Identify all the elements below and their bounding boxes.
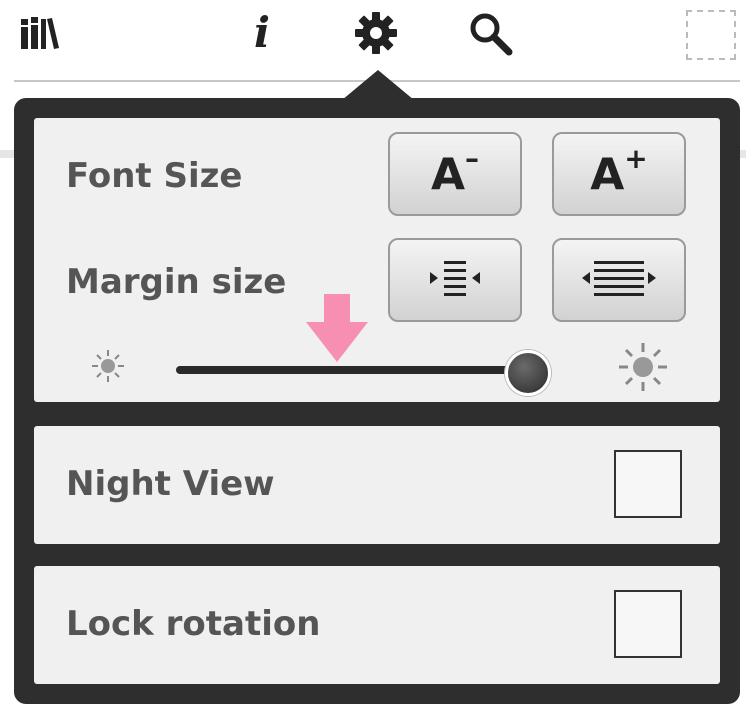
dim-sun-icon <box>92 350 124 382</box>
font-decrease-label: A <box>430 149 466 201</box>
settings-popup: Font Size Margin size A– A+ Night View L… <box>14 98 740 704</box>
annotation-arrow-icon <box>306 294 368 362</box>
placeholder-icon <box>686 10 736 60</box>
night-view-label: Night View <box>66 464 275 504</box>
font-increase-label: A <box>590 149 625 201</box>
top-toolbar: i <box>0 0 746 80</box>
margin-narrow-icon <box>430 261 480 296</box>
font-decrease-glyph: A– <box>430 144 479 201</box>
night-view-checkbox[interactable] <box>614 450 682 518</box>
library-icon[interactable] <box>14 8 64 58</box>
margin-size-label: Margin size <box>66 262 287 302</box>
minus-icon: – <box>465 141 480 175</box>
lock-rotation-checkbox[interactable] <box>614 590 682 658</box>
info-glyph: i <box>254 8 270 57</box>
font-increase-button[interactable]: A+ <box>552 132 686 216</box>
brightness-slider-track[interactable] <box>176 366 546 374</box>
info-icon[interactable]: i <box>240 8 284 58</box>
brightness-slider-thumb[interactable] <box>504 350 551 396</box>
lock-rotation-label: Lock rotation <box>66 604 321 644</box>
popup-pointer <box>342 70 414 100</box>
margin-decrease-button[interactable] <box>388 238 522 322</box>
gear-icon[interactable] <box>348 8 404 58</box>
margin-wide-icon <box>582 261 656 296</box>
plus-icon: + <box>624 141 648 175</box>
night-view-panel[interactable]: Night View <box>34 426 720 544</box>
bright-sun-icon <box>619 343 667 391</box>
font-decrease-button[interactable]: A– <box>388 132 522 216</box>
search-icon[interactable] <box>464 8 516 58</box>
font-size-label: Font Size <box>66 156 243 196</box>
text-settings-panel: Font Size Margin size A– A+ <box>34 118 720 402</box>
font-increase-glyph: A+ <box>590 144 648 201</box>
margin-increase-button[interactable] <box>552 238 686 322</box>
lock-rotation-panel[interactable]: Lock rotation <box>34 566 720 684</box>
